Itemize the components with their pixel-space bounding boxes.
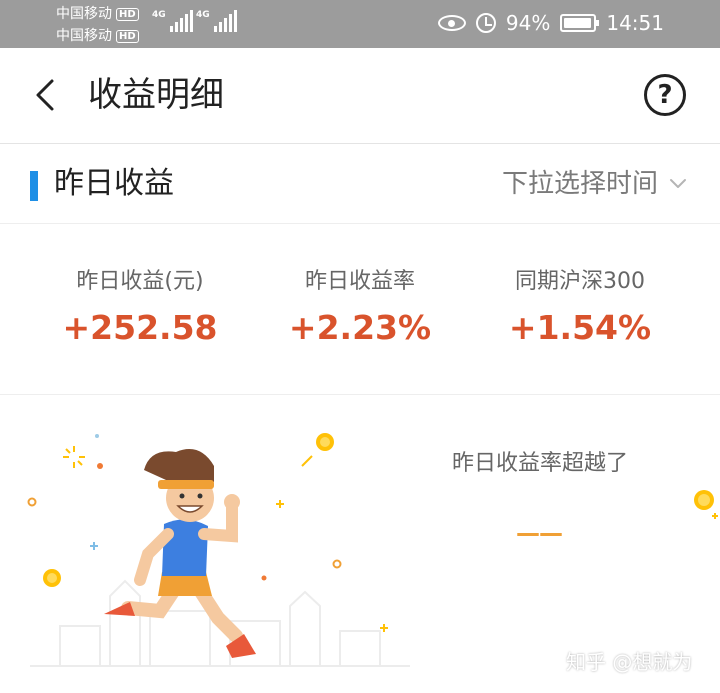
stats-row: 昨日收益(元) +252.58 昨日收益率 +2.23% 同期沪深300 +1.… bbox=[0, 225, 720, 395]
section-title: 昨日收益 bbox=[54, 166, 174, 201]
help-icon[interactable]: ? bbox=[644, 74, 686, 116]
hd-badge: HD bbox=[116, 7, 139, 21]
hd-badge: HD bbox=[116, 29, 139, 43]
carrier-row-1: 中国移动 HD bbox=[56, 6, 139, 22]
watermark: 知乎 @想就为 bbox=[566, 650, 693, 674]
section-accent-bar bbox=[30, 171, 38, 201]
stat-label: 同期沪深300 bbox=[515, 269, 645, 294]
coin-icon bbox=[694, 490, 718, 519]
clock: 14:51 bbox=[606, 11, 664, 35]
stat-label: 昨日收益(元) bbox=[76, 269, 204, 294]
page-title: 收益明细 bbox=[88, 75, 224, 115]
carrier-row-2: 中国移动 HD bbox=[56, 28, 139, 44]
alarm-icon bbox=[475, 13, 496, 33]
eye-icon bbox=[437, 15, 466, 31]
stat-yesterday-return-rate: 昨日收益率 +2.23% bbox=[240, 265, 480, 353]
network-type: 4G bbox=[152, 10, 166, 20]
status-bar: 中国移动 HD 中国移动 HD 4G 4G 94% 14:51 bbox=[0, 0, 720, 48]
carrier-name: 中国移动 bbox=[56, 28, 112, 44]
dropdown-label: 下拉选择时间 bbox=[501, 169, 658, 199]
beat-value: —— bbox=[516, 519, 563, 547]
network-type: 4G bbox=[196, 10, 210, 20]
carrier-name: 中国移动 bbox=[56, 6, 112, 22]
stat-value: +2.23% bbox=[288, 308, 432, 347]
stat-value: +252.58 bbox=[62, 308, 218, 347]
battery-percent: 94% bbox=[505, 11, 551, 35]
signal-icon: 4G bbox=[152, 10, 193, 32]
stat-label: 昨日收益率 bbox=[304, 269, 415, 294]
status-icons: 94% 14:51 bbox=[437, 10, 664, 36]
stat-yesterday-earnings: 昨日收益(元) +252.58 bbox=[20, 265, 260, 353]
runner-illustration bbox=[27, 433, 410, 667]
beat-label: 昨日收益率超越了 bbox=[451, 451, 628, 476]
app-header: 收益明细 ? bbox=[0, 48, 720, 144]
stat-csi300: 同期沪深300 +1.54% bbox=[460, 265, 700, 353]
signal-icon: 4G bbox=[196, 10, 237, 32]
time-dropdown[interactable]: 下拉选择时间 bbox=[502, 165, 688, 203]
stat-value: +1.54% bbox=[508, 308, 652, 347]
chevron-left-icon[interactable] bbox=[30, 78, 64, 112]
chevron-down-icon bbox=[670, 179, 686, 188]
section-header: 昨日收益 下拉选择时间 bbox=[0, 145, 720, 224]
battery-icon bbox=[560, 14, 600, 32]
